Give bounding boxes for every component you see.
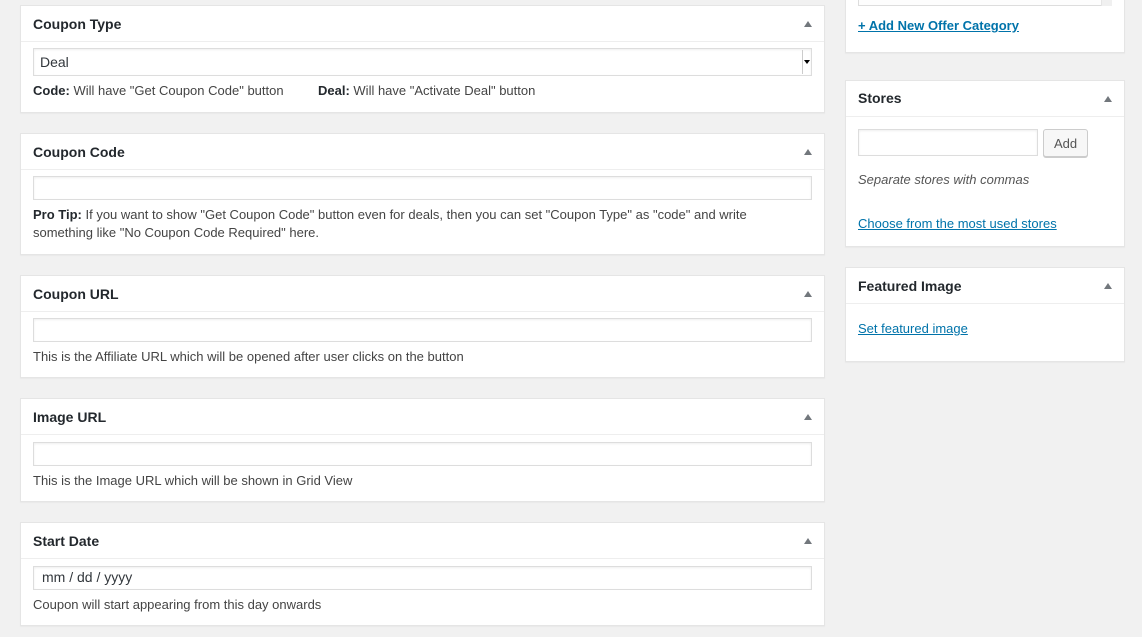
coupon-code-box: Coupon Code Pro Tip: If you want to show… xyxy=(20,133,825,255)
coupon-type-box: Coupon Type Deal Code: Will have "Get Co… xyxy=(20,5,825,113)
code-desc-text: Will have "Get Coupon Code" button xyxy=(69,83,284,98)
deal-desc-text: Will have "Activate Deal" button xyxy=(349,83,536,98)
start-date-desc: Coupon will start appearing from this da… xyxy=(33,597,322,612)
start-date-input[interactable]: mm / dd / yyyy xyxy=(33,566,812,590)
add-new-offer-category-link[interactable]: + Add New Offer Category xyxy=(858,18,1019,33)
coupon-code-title: Coupon Code xyxy=(33,144,125,160)
category-checklist[interactable] xyxy=(858,0,1112,6)
coupon-type-deal-desc: Deal: Will have "Activate Deal" button xyxy=(318,82,535,100)
image-url-input[interactable] xyxy=(33,442,812,466)
coupon-code-pro-tip: Pro Tip: If you want to show "Get Coupon… xyxy=(33,206,818,242)
coupon-url-header[interactable]: Coupon URL xyxy=(21,276,824,312)
coupon-url-input[interactable] xyxy=(33,318,812,342)
featured-image-box: Featured Image Set featured image xyxy=(845,267,1125,362)
category-scrollbar[interactable] xyxy=(1101,0,1112,6)
featured-image-header[interactable]: Featured Image xyxy=(846,268,1124,304)
chevron-down-icon[interactable] xyxy=(802,50,810,74)
coupon-type-header[interactable]: Coupon Type xyxy=(21,6,824,42)
triangle-up-icon[interactable] xyxy=(804,291,812,297)
coupon-type-code-desc: Code: Will have "Get Coupon Code" button xyxy=(33,82,284,100)
coupon-url-box: Coupon URL This is the Affiliate URL whi… xyxy=(20,275,825,378)
coupon-url-title: Coupon URL xyxy=(33,286,119,302)
pro-tip-label: Pro Tip: xyxy=(33,207,82,222)
image-url-header[interactable]: Image URL xyxy=(21,399,824,435)
coupon-type-selected-value: Deal xyxy=(40,54,69,70)
triangle-up-icon[interactable] xyxy=(804,538,812,544)
stores-hint: Separate stores with commas xyxy=(858,172,1030,187)
stores-input[interactable] xyxy=(858,129,1038,156)
choose-most-used-stores-link[interactable]: Choose from the most used stores xyxy=(858,215,1057,233)
code-label: Code: xyxy=(33,83,70,98)
stores-title: Stores xyxy=(858,90,902,106)
image-url-title: Image URL xyxy=(33,409,107,425)
triangle-up-icon[interactable] xyxy=(804,149,812,155)
start-date-box: Start Date mm / dd / yyyy Coupon will st… xyxy=(20,522,825,626)
coupon-url-desc: This is the Affiliate URL which will be … xyxy=(33,349,464,364)
add-store-button[interactable]: Add xyxy=(1043,129,1089,157)
deal-label: Deal: xyxy=(318,83,350,98)
image-url-box: Image URL This is the Image URL which wi… xyxy=(20,398,825,502)
coupon-code-header[interactable]: Coupon Code xyxy=(21,134,824,170)
image-url-desc: This is the Image URL which will be show… xyxy=(33,473,353,488)
start-date-title: Start Date xyxy=(33,533,100,549)
pro-tip-line2: something like "No Coupon Code Required"… xyxy=(33,225,320,240)
triangle-up-icon[interactable] xyxy=(1104,96,1112,102)
start-date-placeholder: mm / dd / yyyy xyxy=(42,569,133,585)
triangle-up-icon[interactable] xyxy=(804,21,812,27)
coupon-type-select[interactable]: Deal xyxy=(33,48,812,76)
stores-header[interactable]: Stores xyxy=(846,81,1124,117)
stores-box: Stores Add Separate stores with commas C… xyxy=(845,80,1125,247)
coupon-type-title: Coupon Type xyxy=(33,16,122,32)
start-date-header[interactable]: Start Date xyxy=(21,523,824,559)
set-featured-image-link[interactable]: Set featured image xyxy=(858,320,968,338)
featured-image-title: Featured Image xyxy=(858,278,962,294)
triangle-up-icon[interactable] xyxy=(804,414,812,420)
pro-tip-line1: If you want to show "Get Coupon Code" bu… xyxy=(81,207,747,222)
triangle-up-icon[interactable] xyxy=(1104,283,1112,289)
coupon-code-input[interactable] xyxy=(33,176,812,200)
